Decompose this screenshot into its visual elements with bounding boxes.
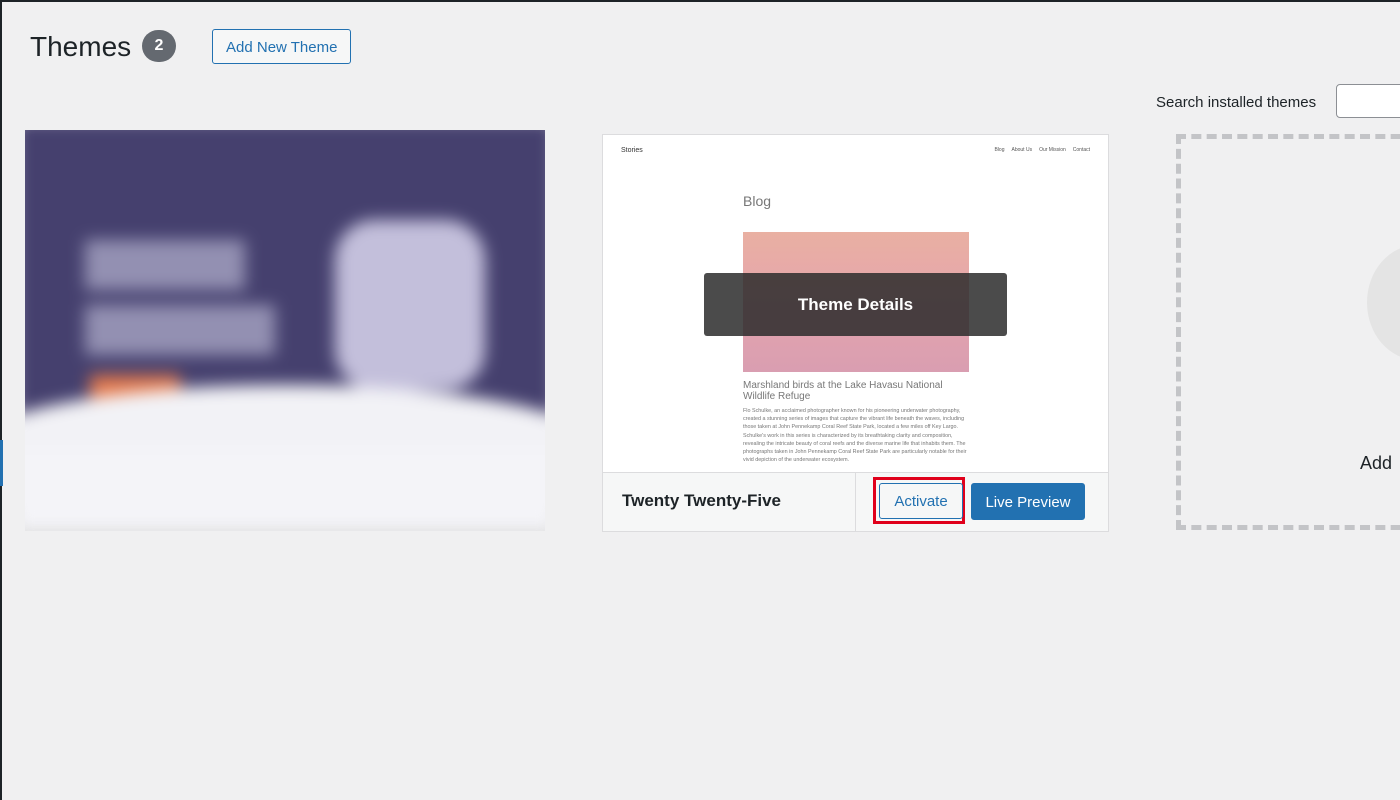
add-new-theme-card[interactable]: Add — [1176, 134, 1400, 530]
theme-card-footer: Twenty Twenty-Five Activate Live Preview — [603, 472, 1108, 531]
theme-screenshot[interactable]: Stories Blog About Us Our Mission Contac… — [603, 135, 1108, 472]
top-border — [0, 0, 1400, 2]
left-border — [0, 0, 2, 800]
blurred-theme-screenshot — [25, 130, 545, 531]
theme-details-button[interactable]: Theme Details — [704, 273, 1007, 336]
screenshot-excerpt: Flo Schulke, an acclaimed photographer k… — [743, 408, 967, 464]
activate-button[interactable]: Activate — [879, 483, 963, 519]
left-accent-bar — [0, 440, 3, 486]
add-new-theme-label: Add — [1360, 453, 1393, 473]
live-preview-button[interactable]: Live Preview — [971, 483, 1085, 520]
screenshot-nav-item: About Us — [1011, 147, 1033, 153]
search-themes-input[interactable] — [1336, 84, 1400, 118]
search-label: Search installed themes — [1156, 94, 1317, 111]
theme-name: Twenty Twenty-Five — [622, 491, 782, 510]
screenshot-site-title: Stories — [621, 147, 643, 154]
screenshot-nav: Blog About Us Our Mission Contact — [994, 147, 1090, 153]
screenshot-post-title: Marshland birds at the Lake Havasu Natio… — [743, 380, 943, 402]
screenshot-heading: Blog — [743, 193, 772, 209]
add-plus-icon — [1367, 245, 1400, 360]
screenshot-nav-item: Blog — [994, 147, 1005, 153]
theme-count-badge: 2 — [142, 30, 176, 62]
page-title: Themes — [30, 31, 132, 62]
footer-divider — [855, 473, 856, 531]
screenshot-nav-item: Contact — [1072, 147, 1090, 153]
screenshot-nav-item: Our Mission — [1039, 147, 1066, 153]
theme-card[interactable]: Stories Blog About Us Our Mission Contac… — [602, 134, 1109, 532]
blurred-theme-card[interactable] — [25, 130, 545, 531]
add-new-theme-button[interactable]: Add New Theme — [212, 29, 352, 64]
